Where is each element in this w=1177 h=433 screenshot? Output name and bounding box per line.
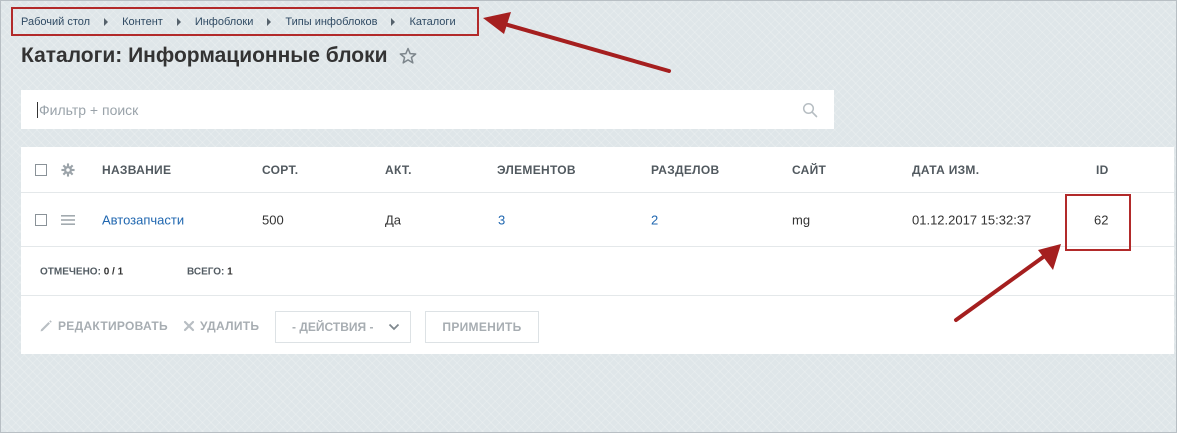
page-title-row: Каталоги: Информационные блоки [21,44,418,68]
breadcrumb-item-catalogs[interactable]: Каталоги [409,16,455,28]
column-header-sort[interactable]: СОРТ. [262,163,298,177]
checked-count-label: ОТМЕЧЕНО: [40,266,101,277]
checked-count: ОТМЕЧЕНО: 0 / 1 [40,266,123,277]
edit-button[interactable]: РЕДАКТИРОВАТЬ [39,319,168,333]
total-count-label: ВСЕГО: [187,266,225,277]
row-sections-link[interactable]: 2 [651,212,658,227]
breadcrumb-item-iblock-types[interactable]: Типы инфоблоков [285,16,377,28]
total-count-value: 1 [227,266,233,277]
hamburger-menu-icon[interactable] [61,214,75,225]
filter-search-input[interactable] [39,90,802,129]
breadcrumb-item-content[interactable]: Контент [122,16,163,28]
table-row[interactable]: Автозапчасти 500 Да 3 2 mg 01.12.2017 15… [21,193,1174,247]
column-header-id[interactable]: ID [1096,163,1109,177]
pencil-icon [40,319,52,331]
row-elements-link[interactable]: 3 [498,212,505,227]
checked-count-value: 0 / 1 [103,266,124,277]
delete-button-label: УДАЛИТЬ [200,318,260,333]
select-all-checkbox[interactable] [35,163,47,176]
star-icon[interactable] [398,46,418,66]
gear-icon[interactable] [61,162,75,177]
breadcrumb-separator-icon [267,17,272,26]
breadcrumb-separator-icon [104,17,109,26]
text-cursor [37,101,38,118]
page-title: Каталоги: Информационные блоки [21,44,388,67]
row-active-value: Да [385,212,402,227]
filter-search-box[interactable] [21,90,834,129]
row-name-link[interactable]: Автозапчасти [102,212,184,227]
id-highlight-annotation [1065,194,1131,251]
apply-button-label: ПРИМЕНИТЬ [442,320,522,334]
edit-button-label: РЕДАКТИРОВАТЬ [58,318,168,333]
total-count: ВСЕГО: 1 [187,266,233,277]
row-site-value: mg [792,212,811,227]
breadcrumb-item-desktop[interactable]: Рабочий стол [21,16,90,28]
column-header-active[interactable]: АКТ. [385,163,412,177]
column-header-site[interactable]: САЙТ [792,163,826,177]
row-modified-value: 01.12.2017 15:32:37 [912,212,1032,227]
breadcrumb-separator-icon [391,17,396,26]
breadcrumb-item-iblocks[interactable]: Инфоблоки [195,16,254,28]
breadcrumb: Рабочий стол Контент Инфоблоки Типы инфо… [11,7,479,36]
column-header-modified[interactable]: ДАТА ИЗМ. [912,163,979,177]
column-header-sections[interactable]: РАЗДЕЛОВ [651,163,720,177]
row-checkbox[interactable] [35,213,47,226]
search-icon[interactable] [802,102,818,118]
chevron-down-icon [388,323,400,331]
iblock-grid: НАЗВАНИЕ СОРТ. АКТ. ЭЛЕМЕНТОВ РАЗДЕЛОВ С… [21,147,1174,354]
apply-button[interactable]: ПРИМЕНИТЬ [425,311,539,343]
close-icon [183,320,195,331]
arrow-to-breadcrumb [483,12,671,73]
column-header-elements[interactable]: ЭЛЕМЕНТОВ [497,163,576,177]
group-action-bar: РЕДАКТИРОВАТЬ УДАЛИТЬ - ДЕЙСТВИЯ - ПРИМЕ… [21,297,1174,354]
delete-button[interactable]: УДАЛИТЬ [183,319,259,333]
column-header-name[interactable]: НАЗВАНИЕ [102,163,171,177]
grid-header-row: НАЗВАНИЕ СОРТ. АКТ. ЭЛЕМЕНТОВ РАЗДЕЛОВ С… [21,147,1174,193]
actions-select[interactable]: - ДЕЙСТВИЯ - [275,311,411,343]
breadcrumb-separator-icon [176,17,181,26]
actions-select-value: - ДЕЙСТВИЯ - [292,320,374,334]
row-sort-value: 500 [262,212,284,227]
grid-footer: ОТМЕЧЕНО: 0 / 1 ВСЕГО: 1 [21,248,1174,296]
